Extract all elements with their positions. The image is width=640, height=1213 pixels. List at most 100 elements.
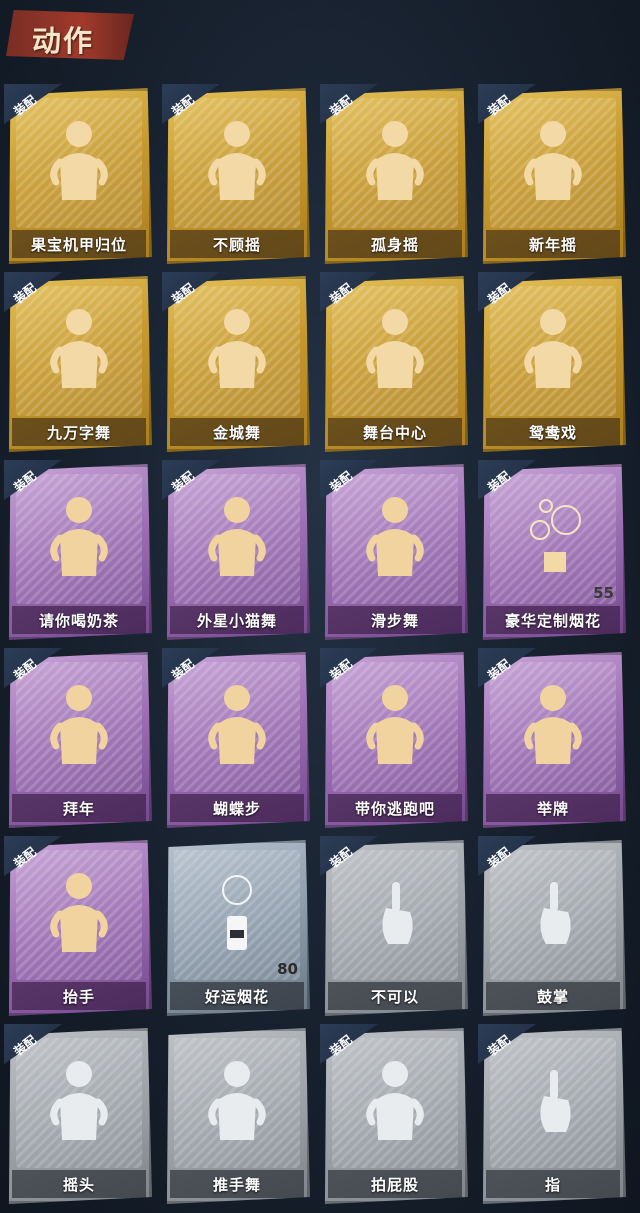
figure-bow-icon bbox=[42, 680, 116, 772]
fireworks-icon bbox=[516, 492, 590, 584]
figure-dance-icon bbox=[42, 116, 116, 208]
card-label-bar: 举牌 bbox=[486, 794, 620, 822]
card-label-bar: 指 bbox=[486, 1170, 620, 1198]
card-label-bar: 推手舞 bbox=[170, 1170, 304, 1198]
figure-run-icon bbox=[358, 680, 432, 772]
figure-push-hands-icon bbox=[200, 1056, 274, 1148]
emote-card[interactable]: 鸳鸯戏 装配 bbox=[478, 272, 626, 452]
card-label-bar: 蝴蝶步 bbox=[170, 794, 304, 822]
emote-name: 外星小猫舞 bbox=[196, 611, 277, 630]
card-label-bar: 拜年 bbox=[12, 794, 146, 822]
header: 动作 bbox=[0, 0, 640, 72]
figure-pat-icon bbox=[358, 1056, 432, 1148]
emote-name: 举牌 bbox=[536, 799, 569, 818]
figure-slide-icon bbox=[358, 492, 432, 584]
card-label-bar: 不顾摇 bbox=[170, 230, 304, 258]
card-label-bar: 摇头 bbox=[12, 1170, 146, 1198]
emote-card[interactable]: 举牌 装配 bbox=[478, 648, 626, 828]
emote-card[interactable]: 蝴蝶步 装配 bbox=[162, 648, 310, 828]
card-label-bar: 金城舞 bbox=[170, 418, 304, 446]
card-label-bar: 鼓掌 bbox=[486, 982, 620, 1010]
emote-name: 豪华定制烟花 bbox=[504, 611, 601, 630]
emote-name: 九万字舞 bbox=[46, 423, 111, 442]
item-count: 80 bbox=[277, 960, 298, 978]
emote-name: 新年摇 bbox=[528, 235, 577, 254]
card-label-bar: 豪华定制烟花 bbox=[486, 606, 620, 634]
emote-card[interactable]: 拜年 装配 bbox=[4, 648, 152, 828]
emote-name: 鸳鸯戏 bbox=[528, 423, 577, 442]
emote-card[interactable]: 不顾摇 装配 bbox=[162, 84, 310, 264]
emote-name: 拜年 bbox=[62, 799, 95, 818]
emote-name: 带你逃跑吧 bbox=[354, 799, 435, 818]
emote-name: 不顾摇 bbox=[212, 235, 261, 254]
card-label-bar: 舞台中心 bbox=[328, 418, 462, 446]
emote-name: 滑步舞 bbox=[370, 611, 419, 630]
emote-card[interactable]: 推手舞 bbox=[164, 1028, 310, 1204]
emote-card[interactable]: 请你喝奶茶 装配 bbox=[4, 460, 152, 640]
emote-card[interactable]: 新年摇 装配 bbox=[478, 84, 626, 264]
card-label-bar: 滑步舞 bbox=[328, 606, 462, 634]
figure-sign-icon bbox=[42, 492, 116, 584]
emote-card[interactable]: 外星小猫舞 装配 bbox=[162, 460, 310, 640]
card-label-bar: 抬手 bbox=[12, 982, 146, 1010]
page-title: 动作 bbox=[32, 24, 95, 58]
card-label-bar: 拍屁股 bbox=[328, 1170, 462, 1198]
emote-name: 摇头 bbox=[62, 1175, 95, 1194]
emote-card[interactable]: 孤身摇 装配 bbox=[320, 84, 468, 264]
emote-card[interactable]: 55 豪华定制烟花 装配 bbox=[478, 460, 626, 640]
figure-wave-icon bbox=[200, 304, 274, 396]
emote-name: 金城舞 bbox=[212, 423, 261, 442]
emote-name: 果宝机甲归位 bbox=[30, 235, 127, 254]
emote-card[interactable]: 金城舞 装配 bbox=[162, 272, 310, 452]
figure-point-side-icon bbox=[200, 680, 274, 772]
figure-cross-arms-icon bbox=[42, 304, 116, 396]
emote-card[interactable]: 指装配 bbox=[478, 1024, 626, 1204]
card-label-bar: 果宝机甲归位 bbox=[12, 230, 146, 258]
emote-name: 孤身摇 bbox=[370, 235, 419, 254]
firecracker-icon bbox=[200, 868, 274, 960]
emote-card[interactable]: 滑步舞 装配 bbox=[320, 460, 468, 640]
emote-card[interactable]: 不可以 装配 bbox=[320, 836, 468, 1016]
figure-sing-icon bbox=[516, 304, 590, 396]
emote-name: 抬手 bbox=[62, 987, 95, 1006]
figure-raise-hand-icon bbox=[42, 868, 116, 960]
emote-name: 舞台中心 bbox=[362, 423, 427, 442]
emote-card[interactable]: 带你逃跑吧 装配 bbox=[320, 648, 468, 828]
clapping-hands-icon bbox=[516, 868, 590, 960]
emote-card[interactable]: 抬手 装配 bbox=[4, 836, 152, 1016]
emote-card[interactable]: 鼓掌 装配 bbox=[478, 836, 626, 1016]
emote-card[interactable]: 九万字舞 装配 bbox=[4, 272, 152, 452]
emote-card[interactable]: 80 好运烟花 bbox=[164, 840, 310, 1016]
emote-name: 指 bbox=[544, 1175, 561, 1194]
emote-name: 不可以 bbox=[370, 987, 419, 1006]
emote-name: 蝴蝶步 bbox=[212, 799, 261, 818]
emote-name: 请你喝奶茶 bbox=[38, 611, 119, 630]
emote-name: 推手舞 bbox=[212, 1175, 261, 1194]
card-label-bar: 带你逃跑吧 bbox=[328, 794, 462, 822]
finger-wag-icon bbox=[358, 868, 432, 960]
emote-card[interactable]: 舞台中心 装配 bbox=[320, 272, 468, 452]
emote-card[interactable]: 拍屁股 装配 bbox=[320, 1024, 468, 1204]
emote-card[interactable]: 摇头 装配 bbox=[4, 1024, 152, 1204]
card-label-bar: 鸳鸯戏 bbox=[486, 418, 620, 446]
figure-clap-icon bbox=[516, 116, 590, 208]
emote-name: 拍屁股 bbox=[370, 1175, 419, 1194]
figure-hold-sign-icon bbox=[516, 680, 590, 772]
card-label-bar: 好运烟花 bbox=[170, 982, 304, 1010]
pointing-hand-icon bbox=[516, 1056, 590, 1148]
card-label-bar: 新年摇 bbox=[486, 230, 620, 258]
emote-card[interactable]: 果宝机甲归位 装配 bbox=[4, 84, 152, 264]
card-label-bar: 请你喝奶茶 bbox=[12, 606, 146, 634]
item-count: 55 bbox=[593, 584, 614, 602]
figure-point-icon bbox=[200, 116, 274, 208]
figure-pose-icon bbox=[358, 304, 432, 396]
card-label-bar: 外星小猫舞 bbox=[170, 606, 304, 634]
figure-arms-out-icon bbox=[200, 492, 274, 584]
emote-name: 鼓掌 bbox=[536, 987, 569, 1006]
card-label-bar: 不可以 bbox=[328, 982, 462, 1010]
card-label-bar: 孤身摇 bbox=[328, 230, 462, 258]
emote-name: 好运烟花 bbox=[204, 987, 269, 1006]
card-label-bar: 九万字舞 bbox=[12, 418, 146, 446]
figure-sway-icon bbox=[358, 116, 432, 208]
figure-shake-head-icon bbox=[42, 1056, 116, 1148]
